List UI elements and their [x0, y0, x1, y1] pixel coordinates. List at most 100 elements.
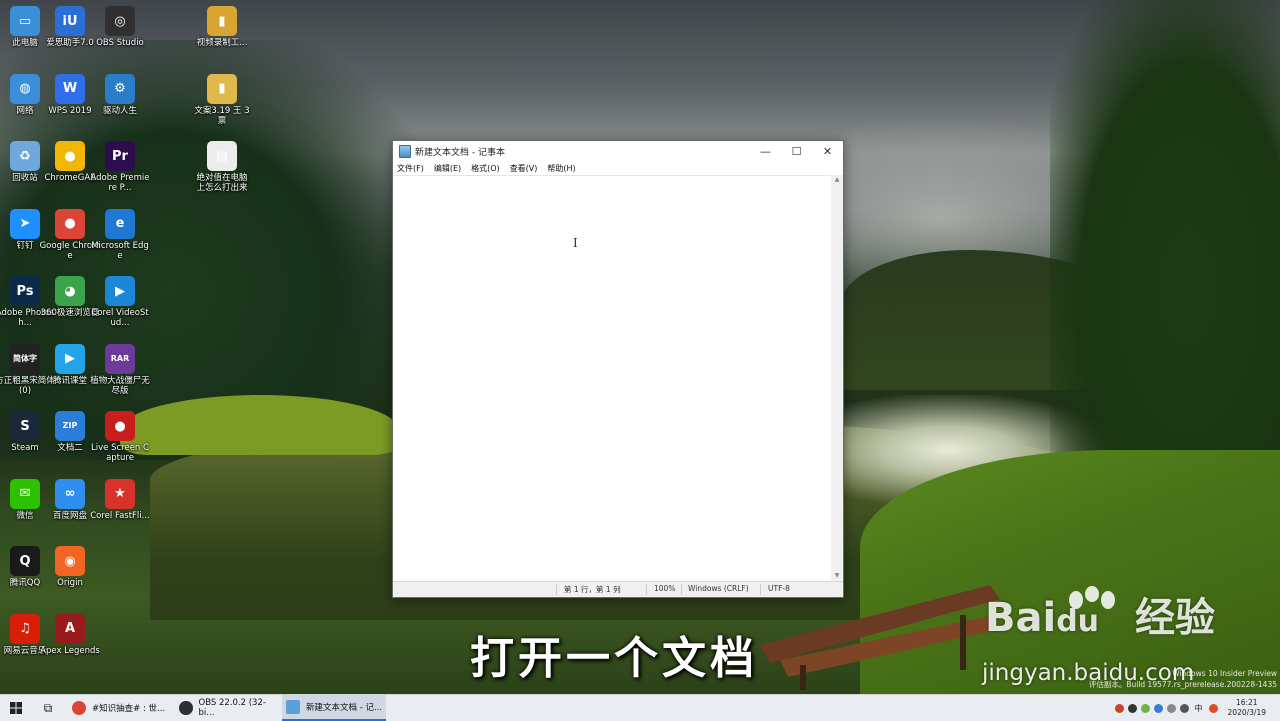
- desktop-icon[interactable]: ▮ 视频录制工...: [191, 2, 253, 66]
- app-icon: ✉: [10, 478, 40, 509]
- app-icon: ▮: [207, 6, 237, 36]
- status-divider: [681, 584, 682, 595]
- desktop-icon-label: OBS Studio: [96, 38, 144, 48]
- scroll-down-icon[interactable]: ▼: [831, 571, 843, 581]
- tray-cloud-icon[interactable]: [1153, 703, 1163, 713]
- desktop-icon[interactable]: ★ Corel FastFli...: [89, 475, 151, 539]
- desktop-icon-label: Corel VideoStud...: [91, 308, 149, 328]
- task-view-button[interactable]: ⧉: [34, 695, 62, 721]
- status-line-ending: Windows (CRLF): [688, 584, 749, 593]
- desktop-icon[interactable]: Pr Adobe Premiere P...: [89, 137, 151, 201]
- desktop-icon-label: Apex Legends: [40, 645, 100, 656]
- desktop-icon-label: Microsoft Edge: [91, 240, 149, 261]
- notepad-icon: [399, 144, 411, 158]
- app-icon: A: [55, 613, 85, 644]
- status-divider: [646, 584, 647, 595]
- text-cursor-icon: I: [573, 236, 578, 250]
- notepad-icon: [286, 700, 300, 714]
- tray-network-icon[interactable]: [1166, 703, 1176, 713]
- desktop-icon[interactable]: e Microsoft Edge: [89, 205, 151, 269]
- desktop-icon-label: 绝对值在电脑 上怎么打出来: [196, 173, 248, 193]
- taskbar-app-chrome[interactable]: #知识抽查# : 世...: [68, 695, 172, 721]
- app-icon: Ps: [10, 276, 40, 306]
- taskbar: ⧉ #知识抽查# : 世... OBS 22.0.2 (32-bi... 新建文…: [0, 694, 1280, 721]
- desktop-icon-label: 驱动人生: [102, 105, 137, 116]
- start-button[interactable]: [0, 695, 32, 721]
- app-icon: 简体字: [10, 343, 40, 374]
- minimize-button[interactable]: —: [750, 141, 781, 161]
- task-view-icon: ⧉: [43, 700, 53, 715]
- tray-app-icon[interactable]: [1114, 703, 1124, 713]
- app-icon: ➤: [10, 208, 40, 239]
- app-icon: ▮: [207, 73, 237, 104]
- video-caption: 打开一个文档: [470, 633, 758, 684]
- desktop-icon[interactable]: ◉ Origin: [39, 542, 101, 606]
- app-icon: W: [55, 73, 85, 104]
- text-editor-area[interactable]: I: [393, 175, 831, 582]
- desktop-icon-label: Live Screen Capture: [91, 443, 149, 463]
- input-language-indicator[interactable]: 中: [1195, 703, 1203, 714]
- app-icon: iU: [55, 6, 85, 36]
- status-zoom: 100%: [654, 584, 676, 593]
- desktop-icon-label: Adobe Premiere P...: [90, 173, 150, 193]
- app-icon: Q: [10, 546, 40, 576]
- desktop-icon[interactable]: ▤ 绝对值在电脑 上怎么打出来: [191, 137, 253, 201]
- tray-volume-icon[interactable]: [1179, 703, 1189, 713]
- desktop-icon[interactable]: ◎ OBS Studio: [89, 2, 151, 66]
- windows-logo-icon: [10, 702, 22, 714]
- desktop-icon[interactable]: ● Live Screen Capture: [89, 407, 151, 471]
- status-divider: [556, 584, 557, 595]
- desktop-icon-label: 植物大战僵尸无尽版: [90, 375, 150, 396]
- taskbar-app-notepad[interactable]: 新建文本文档 - 记...: [282, 695, 386, 721]
- obs-icon: [179, 701, 193, 715]
- app-icon: ◉: [55, 546, 85, 576]
- desktop-icon[interactable]: ▮ 文案3.19 王 3票: [191, 70, 253, 134]
- menu-bar: 文件(F) 编辑(E) 格式(O) 查看(V) 帮助(H): [393, 161, 843, 175]
- status-divider: [760, 584, 761, 595]
- taskbar-app-obs[interactable]: OBS 22.0.2 (32-bi...: [175, 695, 279, 721]
- app-icon: ▤: [207, 141, 237, 171]
- app-icon: ●: [105, 411, 135, 441]
- forest-right: [1050, 0, 1280, 520]
- app-icon: S: [10, 411, 40, 441]
- menu-help[interactable]: 帮助(H): [547, 163, 575, 174]
- tray-qq-icon[interactable]: [1127, 703, 1137, 713]
- app-icon: ◍: [10, 73, 40, 104]
- app-icon: ◎: [105, 6, 135, 36]
- tray-wechat-icon[interactable]: [1140, 703, 1150, 713]
- app-icon: ▶: [55, 343, 85, 374]
- menu-edit[interactable]: 编辑(E): [434, 163, 461, 174]
- notepad-titlebar[interactable]: 新建文本文档 - 记事本 — ☐ ✕: [393, 141, 843, 161]
- menu-file[interactable]: 文件(F): [397, 163, 424, 174]
- app-icon: Pr: [105, 141, 135, 171]
- status-bar: 第 1 行，第 1 列 100% Windows (CRLF) UTF-8: [393, 581, 843, 597]
- desktop-icon[interactable]: ⚙ 驱动人生: [89, 70, 151, 134]
- app-icon: ●: [55, 141, 85, 171]
- scroll-up-icon[interactable]: ▲: [831, 175, 843, 185]
- app-icon: ◕: [55, 276, 85, 306]
- system-clock[interactable]: 16:21 2020/3/19: [1228, 698, 1266, 718]
- notepad-window[interactable]: 新建文本文档 - 记事本 — ☐ ✕ 文件(F) 编辑(E) 格式(O) 查看(…: [392, 140, 844, 598]
- desktop-icon[interactable]: RAR 植物大战僵尸无尽版: [89, 340, 151, 404]
- desktop-icon-label: Origin: [57, 578, 83, 588]
- desktop-icon-label: Corel FastFli...: [90, 510, 150, 521]
- app-icon: ★: [105, 478, 135, 509]
- app-icon: ZIP: [55, 411, 85, 441]
- app-icon: ▶: [105, 276, 135, 306]
- vertical-scrollbar[interactable]: ▲ ▼: [831, 175, 843, 581]
- menu-format[interactable]: 格式(O): [471, 163, 500, 174]
- app-icon: ♻: [10, 141, 40, 171]
- app-icon: ▭: [10, 6, 40, 36]
- desktop-icon[interactable]: ▶ Corel VideoStud...: [89, 272, 151, 336]
- tray-sogou-icon[interactable]: [1208, 703, 1218, 713]
- chrome-icon: [72, 701, 86, 715]
- desktop-icon-label: 视频录制工...: [196, 38, 248, 48]
- app-icon: e: [105, 208, 135, 239]
- close-button[interactable]: ✕: [812, 141, 843, 161]
- app-icon: ⚙: [105, 73, 135, 104]
- desktop-icon-label: 文案3.19 王 3票: [194, 105, 250, 126]
- desktop-icon[interactable]: A Apex Legends: [39, 610, 101, 674]
- maximize-button[interactable]: ☐: [781, 141, 812, 161]
- window-title: 新建文本文档 - 记事本: [415, 147, 505, 158]
- menu-view[interactable]: 查看(V): [510, 163, 538, 174]
